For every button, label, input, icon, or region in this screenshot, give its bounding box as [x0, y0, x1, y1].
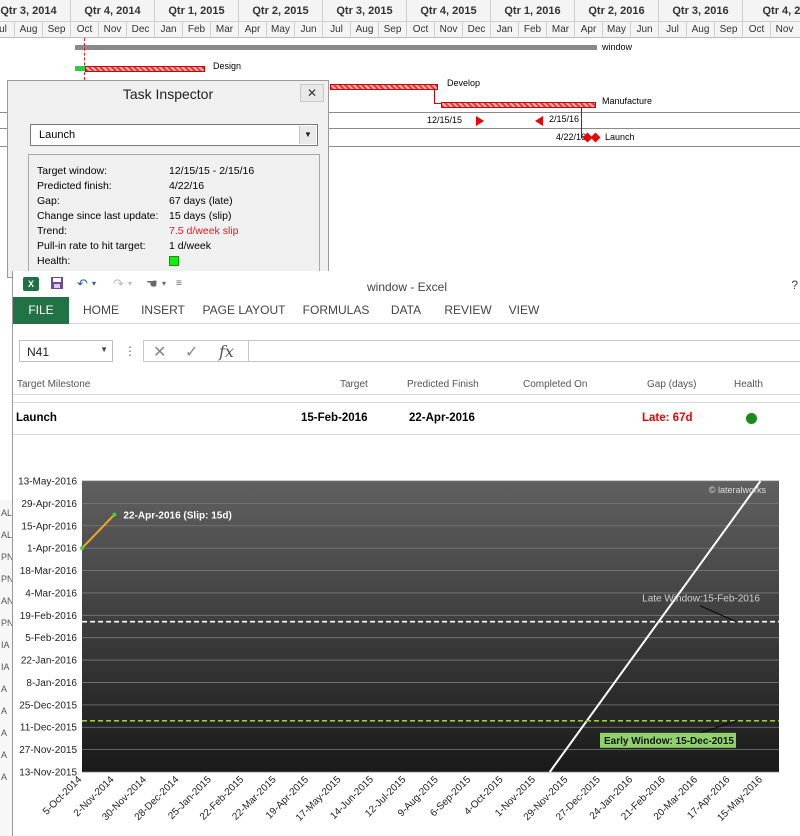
- timescale-month: Dec: [126, 22, 154, 38]
- timescale-quarter: Qtr 2, 2015: [238, 0, 322, 22]
- slip-chart[interactable]: 13-Nov-2015 27-Nov-2015 11-Dec-2015 25-Dec-…: [0, 104, 800, 836]
- y-tick-label: 13-May-2016: [18, 477, 77, 488]
- close-button[interactable]: ✕: [300, 84, 324, 102]
- timescale-month: Aug: [14, 22, 42, 38]
- timescale-month: Jul: [0, 22, 14, 38]
- slip-series-point: [80, 546, 84, 551]
- y-tick-label: 29-Apr-2016: [21, 499, 77, 510]
- timescale-month: Apr: [238, 22, 266, 38]
- early-window-label: Early Window: 15-Dec-2015: [604, 736, 734, 747]
- timescale-month: Sep: [378, 22, 406, 38]
- timescale-month: Jul: [322, 22, 350, 38]
- timescale-month: Jun: [294, 22, 322, 38]
- gantt-label-design: Design: [213, 61, 242, 71]
- timescale-month: Oct: [70, 22, 98, 38]
- y-tick-label: 27-Nov-2015: [19, 745, 77, 756]
- timescale-month: Mar: [210, 22, 238, 38]
- timescale-quarter: Qtr 1, 2015: [154, 0, 238, 22]
- y-tick-label: 8-Jan-2016: [26, 678, 77, 689]
- timescale-month: Mar: [546, 22, 574, 38]
- gantt-progress-bar: [75, 66, 85, 71]
- timescale-quarter: Qtr 4, 2015: [406, 0, 490, 22]
- gantt-link-line: [434, 90, 442, 104]
- gantt-bar-window[interactable]: [75, 45, 597, 50]
- timescale-month: Jun: [630, 22, 658, 38]
- timescale-month: Feb: [182, 22, 210, 38]
- gantt-label-window: window: [602, 42, 633, 52]
- timescale-quarter: Qtr 3, 2014: [0, 0, 70, 22]
- y-tick-label: 19-Feb-2016: [20, 611, 78, 622]
- y-tick-label: 25-Dec-2015: [19, 700, 77, 711]
- timescale-month: Sep: [42, 22, 70, 38]
- timescale-quarter: Qtr 4, 2014: [70, 0, 154, 22]
- timescale-month: Dec: [462, 22, 490, 38]
- timescale-month: Apr: [574, 22, 602, 38]
- plot-area: [82, 481, 779, 772]
- timescale-month: Nov: [434, 22, 462, 38]
- y-tick-label: 4-Mar-2016: [25, 588, 77, 599]
- timescale-month: Feb: [518, 22, 546, 38]
- slip-series-point: [112, 512, 117, 517]
- gantt-bar-develop[interactable]: [330, 84, 438, 90]
- point-label: 22-Apr-2016 (Slip: 15d): [123, 511, 231, 522]
- timescale-month: Oct: [742, 22, 770, 38]
- y-tick-label: 22-Jan-2016: [21, 656, 78, 667]
- timescale-quarter: Qtr 3, 2016: [658, 0, 742, 22]
- gantt-label-develop: Develop: [447, 78, 481, 88]
- gantt-today-marker: [84, 38, 85, 80]
- timescale-month: May: [602, 22, 630, 38]
- y-tick-label: 11-Dec-2015: [20, 723, 78, 734]
- timescale-month: Aug: [686, 22, 714, 38]
- timescale-month: Oct: [406, 22, 434, 38]
- timescale-month: Jan: [154, 22, 182, 38]
- y-tick-label: 15-Apr-2016: [21, 521, 77, 532]
- timescale-month: Nov: [770, 22, 798, 38]
- y-tick-label: 5-Feb-2016: [25, 633, 77, 644]
- y-tick-label: 18-Mar-2016: [20, 566, 78, 577]
- late-window-label: Late Window:15-Feb-2016: [642, 594, 760, 605]
- gantt-bar-design[interactable]: [85, 66, 205, 72]
- timescale-month: Aug: [350, 22, 378, 38]
- gantt-timescale: Qtr 3, 2014 Qtr 4, 2014 Qtr 1, 2015 Qtr 2, …: [0, 0, 800, 38]
- timescale-month: Nov: [98, 22, 126, 38]
- timescale-quarter: Qtr 3, 2015: [322, 0, 406, 22]
- y-tick-label: 1-Apr-2016: [27, 544, 77, 555]
- timescale-month: Sep: [714, 22, 742, 38]
- chart-watermark: © lateralworks: [709, 485, 767, 495]
- timescale-quarter: Qtr 1, 2016: [490, 0, 574, 22]
- timescale-month: Jul: [658, 22, 686, 38]
- y-tick-label: 13-Nov-2015: [19, 768, 77, 779]
- timescale-quarter: Qtr 2, 2016: [574, 0, 658, 22]
- timescale-month: Jan: [490, 22, 518, 38]
- timescale-quarter: Qtr 4, 20: [742, 0, 800, 22]
- timescale-month: May: [266, 22, 294, 38]
